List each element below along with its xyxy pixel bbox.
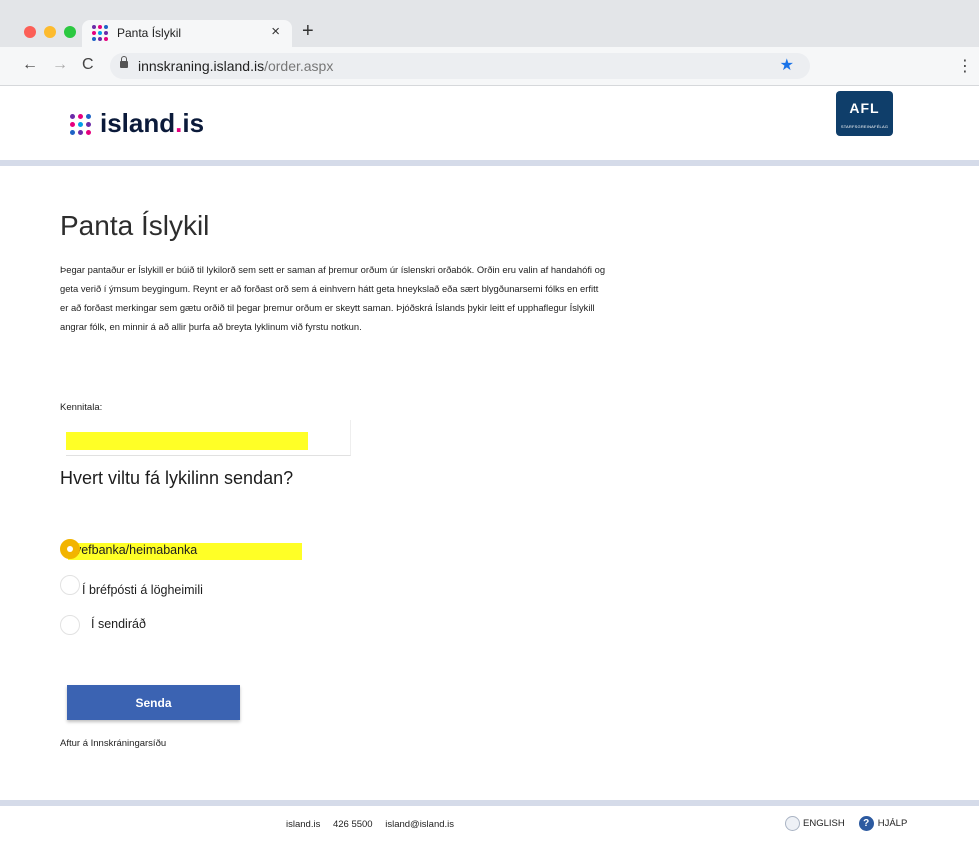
footer-actions: ENGLISH? HJÁLP [785, 816, 907, 831]
footer-email[interactable]: island@island.is [385, 819, 454, 830]
back-to-login-link[interactable]: Aftur á Innskráningarsíðu [60, 738, 166, 749]
logo-dots-icon [70, 114, 91, 135]
globe-icon [785, 816, 800, 831]
radio-unchecked[interactable] [60, 615, 80, 635]
lock-icon [120, 56, 128, 68]
browser-window: Panta Íslykil × + ← → C innskraning.isla… [0, 0, 979, 841]
afl-mark: AFL [849, 100, 880, 116]
send-button[interactable]: Senda [67, 685, 240, 720]
footer-contact: island.is 426 5500 island@island.is [286, 819, 464, 830]
main-content: Panta Íslykil Þegar pantaður er Íslykill… [0, 166, 979, 800]
option-label: Í vefbanka/heimabanka [68, 543, 302, 560]
close-tab-icon[interactable]: × [271, 23, 280, 40]
help-icon: ? [858, 816, 874, 831]
afl-logo: AFL STARFSGREINAFÉLAG [836, 91, 893, 136]
tab-bar: Panta Íslykil × + [0, 0, 979, 47]
maximize-window-button[interactable] [64, 26, 76, 38]
intro-text: Þegar pantaður er Íslykill er búið til l… [60, 264, 606, 332]
close-window-button[interactable] [24, 26, 36, 38]
new-tab-icon[interactable]: + [302, 20, 314, 43]
browser-menu-icon[interactable]: ⋮ [957, 56, 973, 76]
radio-unchecked[interactable] [60, 575, 80, 595]
reload-icon[interactable]: C [82, 56, 94, 74]
bookmark-star-icon[interactable]: ★ [780, 55, 794, 75]
ssn-highlight [66, 432, 308, 450]
page-title: Panta Íslykil [60, 210, 210, 241]
logo-text: island.is [100, 108, 205, 138]
help-link[interactable]: HJÁLP [878, 818, 908, 829]
island-favicon-icon [92, 25, 108, 41]
option-label: Í bréfpósti á lögheimili [82, 583, 203, 597]
forward-arrow-icon[interactable]: → [52, 56, 68, 74]
minimize-window-button[interactable] [44, 26, 56, 38]
ssn-label: Kennitala: [60, 402, 103, 413]
radio-checked[interactable] [60, 539, 80, 559]
footer-site[interactable]: island.is [286, 819, 320, 830]
url-input[interactable]: innskraning.island.is/order.aspx ★ [110, 53, 810, 79]
footer-phone: 426 5500 [332, 819, 373, 830]
site-footer: island.is 426 5500 island@island.is ENGL… [0, 806, 979, 841]
site-header: island.is AFL STARFSGREINAFÉLAG [0, 86, 979, 161]
delivery-question: Hvert viltu fá lykilinn sendan? [60, 468, 294, 488]
afl-sub: STARFSGREINAFÉLAG [840, 124, 889, 129]
option-label: Í sendiráð [91, 617, 146, 631]
address-bar: ← → C innskraning.island.is/order.aspx ★… [0, 47, 979, 86]
back-arrow-icon[interactable]: ← [22, 56, 38, 74]
english-link[interactable]: ENGLISH [803, 818, 845, 829]
tab-title: Panta Íslykil [117, 26, 182, 40]
browser-tab[interactable]: Panta Íslykil × [82, 20, 292, 47]
url-text: innskraning.island.is/order.aspx [138, 58, 334, 74]
